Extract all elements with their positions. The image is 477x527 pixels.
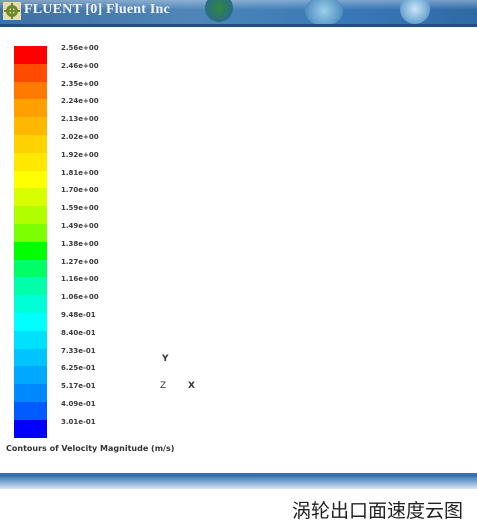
legend-label: 2.46e+00	[61, 61, 99, 70]
legend-swatch	[14, 295, 47, 313]
legend-label: 2.24e+00	[61, 97, 99, 106]
legend-swatch	[14, 419, 47, 438]
legend-swatch	[14, 152, 47, 171]
legend-label: 8.40e-01	[61, 328, 96, 337]
legend-swatch	[14, 188, 47, 207]
legend-swatch	[14, 117, 47, 135]
color-legend-labels: 2.56e+00 2.46e+00 2.35e+00 2.24e+00 2.13e+00…	[61, 43, 141, 435]
legend-swatch	[14, 223, 47, 242]
legend-label: 7.33e-01	[61, 346, 96, 355]
legend-swatch	[14, 206, 47, 224]
axis-z-label: Z	[160, 381, 167, 391]
window-bottom-border	[0, 473, 477, 489]
legend-label: 2.13e+00	[61, 115, 99, 124]
axis-x-label: X	[188, 381, 195, 391]
legend-label: 2.35e+00	[61, 79, 99, 88]
legend-label: 1.38e+00	[61, 239, 99, 248]
legend-label: 1.59e+00	[61, 204, 99, 213]
color-legend-bar	[14, 46, 47, 438]
legend-label: 4.09e-01	[61, 399, 96, 408]
legend-label: 5.17e-01	[61, 382, 96, 391]
window-title: FLUENT [0] Fluent Inc	[24, 2, 170, 17]
legend-swatch	[14, 401, 47, 420]
legend-swatch	[14, 134, 47, 153]
legend-swatch	[14, 330, 47, 349]
legend-swatch	[14, 348, 47, 367]
legend-label: 1.06e+00	[61, 293, 99, 302]
legend-label: 1.49e+00	[61, 221, 99, 230]
legend-label: 1.16e+00	[61, 275, 99, 284]
legend-label: 3.01e-01	[61, 417, 96, 426]
legend-label: 1.27e+00	[61, 257, 99, 266]
legend-swatch	[14, 81, 47, 100]
figure-caption: 涡轮出口面速度云图	[291, 500, 463, 522]
contour-caption: Contours of Velocity Magnitude (m/s)	[6, 444, 175, 453]
titlebar-decoration	[305, 0, 343, 24]
legend-swatch	[14, 241, 47, 260]
titlebar-decoration	[205, 0, 233, 22]
legend-swatch	[14, 170, 47, 189]
legend-label: 6.25e-01	[61, 364, 96, 373]
legend-swatch	[14, 366, 47, 385]
legend-label: 2.56e+00	[61, 44, 99, 52]
legend-swatch	[14, 46, 47, 64]
legend-swatch	[14, 63, 47, 82]
legend-swatch	[14, 259, 47, 278]
legend-swatch	[14, 277, 47, 296]
legend-swatch	[14, 384, 47, 402]
legend-label: 1.81e+00	[61, 168, 99, 177]
axis-y-label: Y	[162, 354, 169, 364]
legend-label: 1.92e+00	[61, 150, 99, 159]
window-titlebar[interactable]: FLUENT [0] Fluent Inc	[0, 0, 477, 24]
titlebar-decoration	[400, 0, 430, 24]
legend-label: 1.70e+00	[61, 186, 99, 195]
legend-swatch	[14, 312, 47, 331]
legend-swatch	[14, 99, 47, 118]
titlebar-border	[0, 24, 477, 27]
legend-label: 2.02e+00	[61, 132, 99, 141]
fluent-app-icon	[3, 2, 21, 20]
bottom-border-edge	[0, 473, 477, 477]
legend-label: 9.48e-01	[61, 310, 96, 319]
